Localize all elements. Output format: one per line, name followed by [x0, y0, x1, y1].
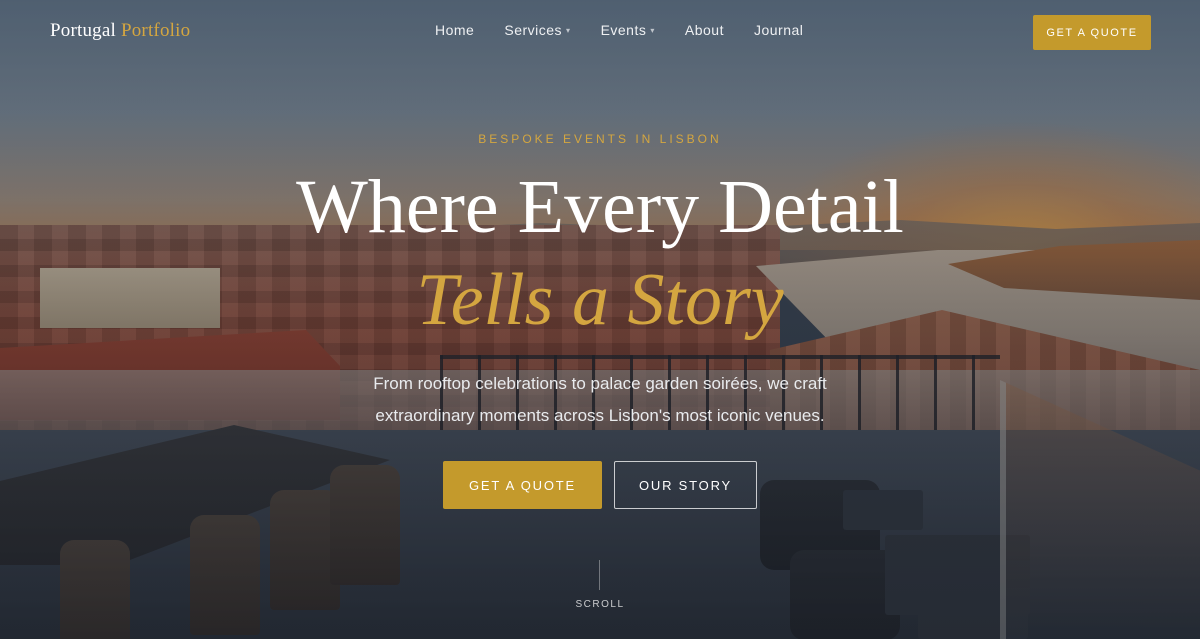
nav-item-events[interactable]: Events ▾	[601, 22, 655, 38]
chevron-down-icon: ▾	[566, 25, 571, 35]
logo-text-accent: Portfolio	[120, 20, 191, 41]
scroll-indicator-label[interactable]: SCROLL	[0, 599, 1200, 610]
hero-subtitle: From rooftop celebrations to palace gard…	[350, 368, 850, 432]
nav-item-label: Events	[600, 22, 647, 38]
scroll-indicator-line	[599, 560, 600, 590]
logo-text-primary: Portugal	[50, 20, 116, 41]
nav-item-home[interactable]: Home	[435, 22, 474, 38]
nav-item-label: Home	[435, 22, 475, 38]
hero-headline: Where Every Detail	[296, 165, 904, 249]
header-get-quote-button[interactable]: GET A QUOTE	[1033, 15, 1151, 50]
nav-item-label: Services	[504, 22, 563, 38]
main-nav: Home Services ▾ Events ▾ About Journal	[435, 22, 833, 38]
hero-headline-accent: Tells a Story	[416, 259, 784, 341]
hero-subtitle-line: From rooftop celebrations to palace gard…	[373, 374, 827, 393]
hero-subtitle-line: extraordinary moments across Lisbon's mo…	[375, 406, 825, 425]
hero-get-quote-button[interactable]: GET A QUOTE	[443, 461, 602, 509]
chevron-down-icon: ▾	[650, 25, 655, 35]
hero-eyebrow: BESPOKE EVENTS IN LISBON	[478, 132, 722, 146]
site-header: Portugal Portfolio Home Services ▾ Event…	[0, 0, 1200, 64]
nav-item-services[interactable]: Services ▾	[504, 22, 570, 38]
nav-item-label: About	[684, 22, 724, 38]
nav-item-journal[interactable]: Journal	[754, 22, 803, 38]
nav-item-about[interactable]: About	[685, 22, 724, 38]
site-logo[interactable]: Portugal Portfolio	[50, 20, 190, 42]
hero-our-story-button[interactable]: OUR STORY	[614, 461, 757, 509]
nav-item-label: Journal	[753, 22, 804, 38]
